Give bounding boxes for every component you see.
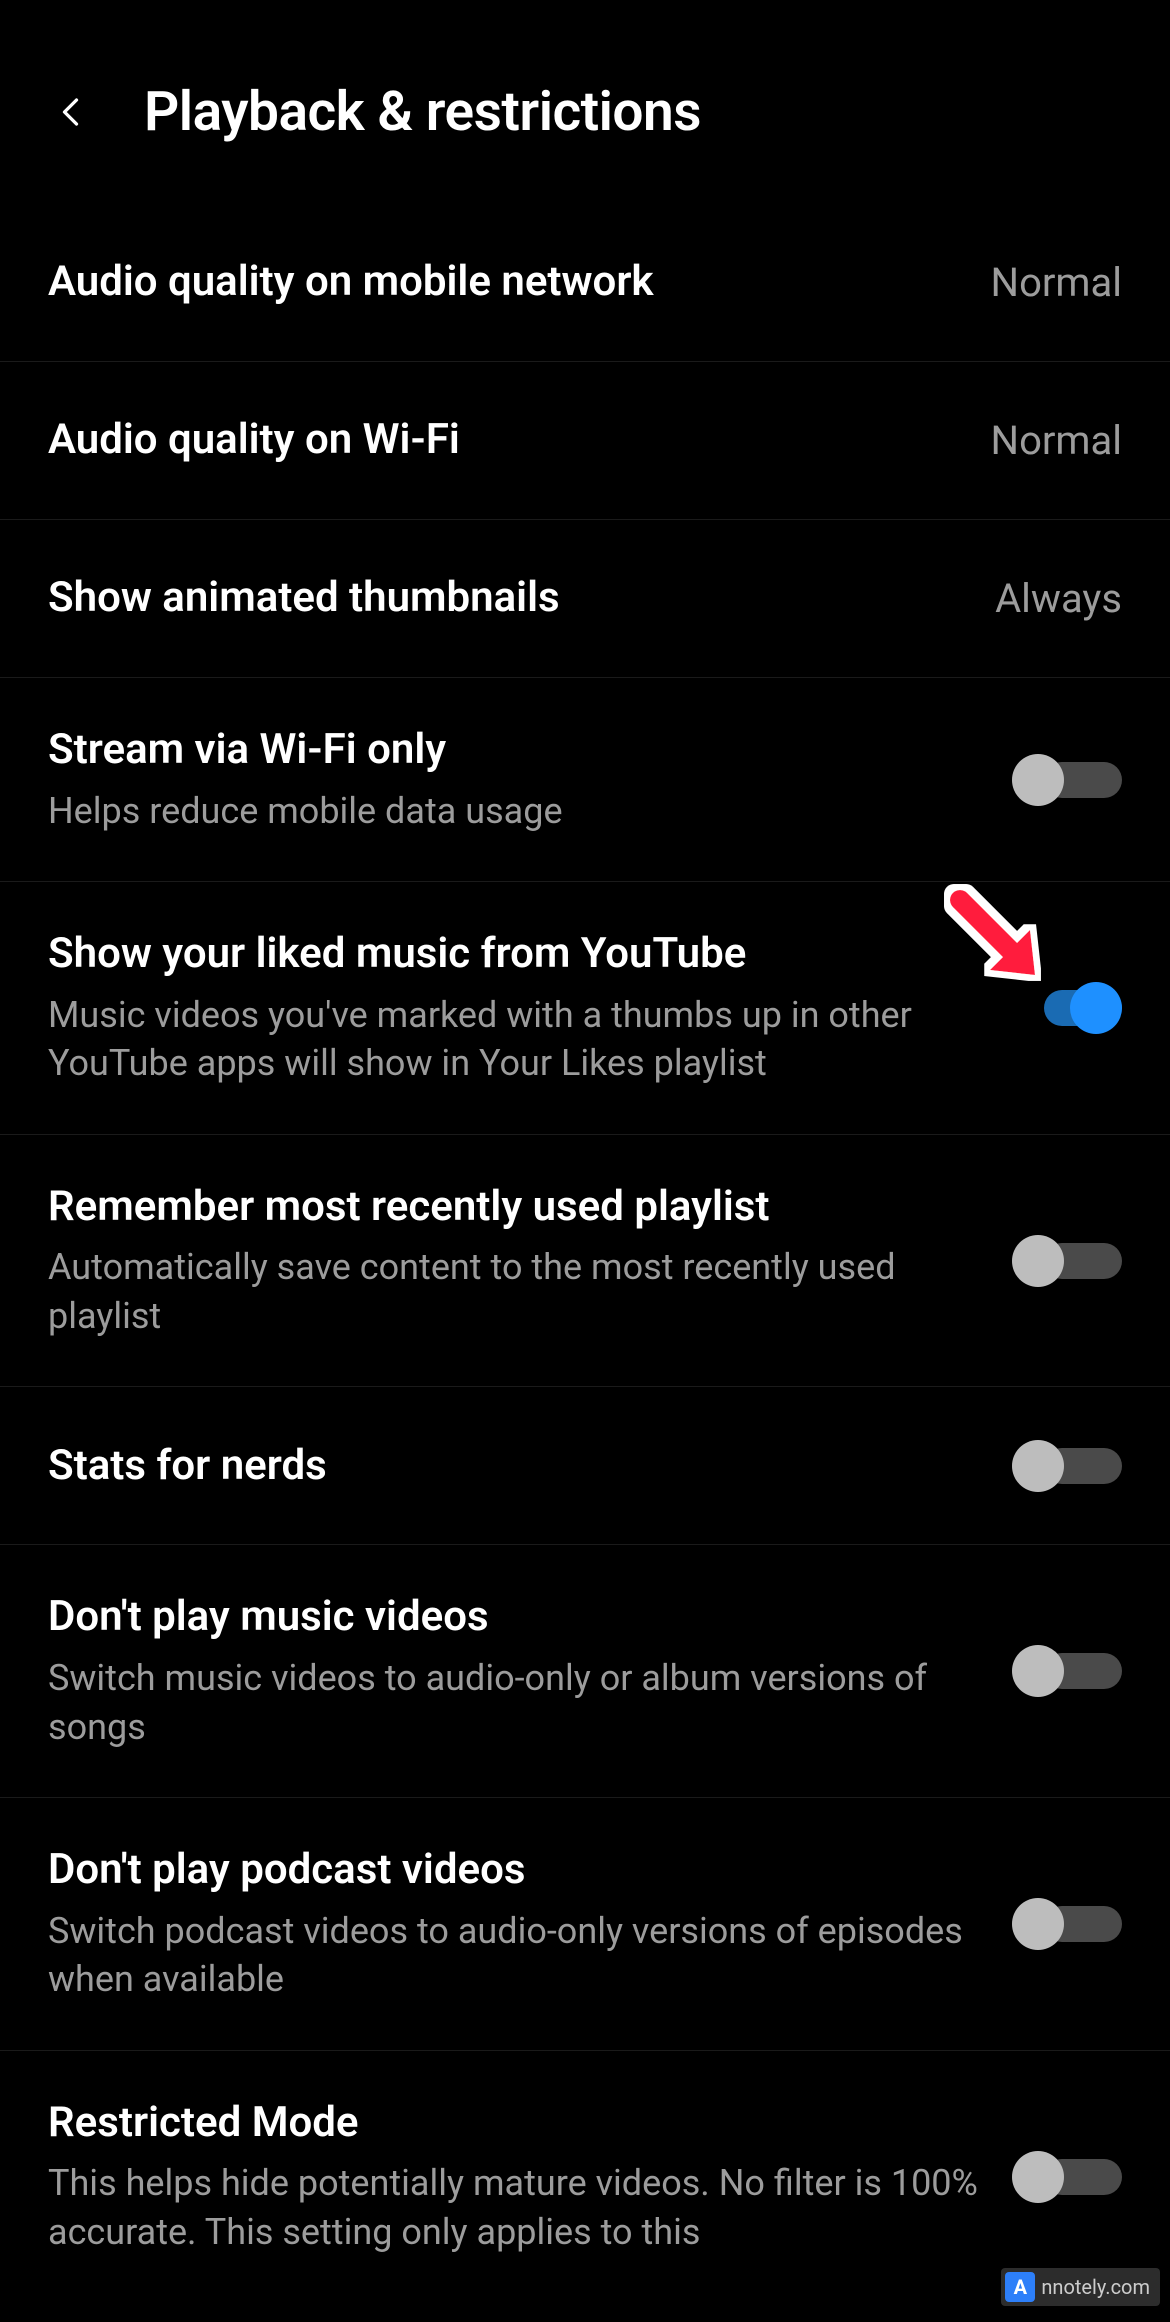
row-subtitle: Automatically save content to the most r… — [48, 1243, 982, 1340]
watermark: A nnotely.com — [1001, 2268, 1160, 2306]
row-show-liked-music[interactable]: Show your liked music from YouTube Music… — [0, 882, 1170, 1135]
watermark-text: nnotely.com — [1041, 2275, 1150, 2299]
row-audio-quality-wifi[interactable]: Audio quality on Wi-Fi Normal — [0, 362, 1170, 520]
row-subtitle: Helps reduce mobile data usage — [48, 787, 982, 836]
row-title: Remember most recently used playlist — [48, 1181, 982, 1234]
page-title: Playback & restrictions — [144, 80, 701, 144]
row-subtitle: Music videos you've marked with a thumbs… — [48, 991, 982, 1088]
row-title: Audio quality on mobile network — [48, 256, 961, 309]
row-value: Always — [995, 575, 1122, 622]
row-value: Normal — [991, 259, 1122, 306]
toggle-remember-playlist[interactable] — [1012, 1235, 1122, 1287]
row-title: Stream via Wi-Fi only — [48, 724, 982, 777]
toggle-stats-for-nerds[interactable] — [1012, 1440, 1122, 1492]
row-title: Stats for nerds — [48, 1440, 982, 1493]
row-dont-play-music-videos[interactable]: Don't play music videos Switch music vid… — [0, 1545, 1170, 1798]
row-title: Show your liked music from YouTube — [48, 928, 982, 981]
back-button[interactable] — [50, 90, 94, 134]
row-audio-quality-mobile[interactable]: Audio quality on mobile network Normal — [0, 204, 1170, 362]
row-title: Don't play podcast videos — [48, 1844, 982, 1897]
row-stats-for-nerds[interactable]: Stats for nerds — [0, 1387, 1170, 1545]
row-restricted-mode[interactable]: Restricted Mode This helps hide potentia… — [0, 2051, 1170, 2303]
toggle-dont-play-music-videos[interactable] — [1012, 1645, 1122, 1697]
row-remember-playlist[interactable]: Remember most recently used playlist Aut… — [0, 1135, 1170, 1388]
row-subtitle: This helps hide potentially mature video… — [48, 2159, 982, 2256]
toggle-show-liked-music[interactable] — [1012, 982, 1122, 1034]
header: Playback & restrictions — [0, 0, 1170, 204]
watermark-logo-icon: A — [1005, 2272, 1035, 2302]
chevron-left-icon — [54, 94, 90, 130]
row-title: Show animated thumbnails — [48, 572, 965, 625]
row-dont-play-podcast-videos[interactable]: Don't play podcast videos Switch podcast… — [0, 1798, 1170, 2051]
toggle-stream-wifi-only[interactable] — [1012, 754, 1122, 806]
row-subtitle: Switch music videos to audio-only or alb… — [48, 1654, 982, 1751]
row-title: Audio quality on Wi-Fi — [48, 414, 961, 467]
row-subtitle: Switch podcast videos to audio-only vers… — [48, 1907, 982, 2004]
row-value: Normal — [991, 417, 1122, 464]
row-title: Don't play music videos — [48, 1591, 982, 1644]
settings-list: Audio quality on mobile network Normal A… — [0, 204, 1170, 2303]
row-title: Restricted Mode — [48, 2097, 982, 2150]
row-stream-wifi-only[interactable]: Stream via Wi-Fi only Helps reduce mobil… — [0, 678, 1170, 882]
toggle-dont-play-podcast-videos[interactable] — [1012, 1898, 1122, 1950]
row-animated-thumbnails[interactable]: Show animated thumbnails Always — [0, 520, 1170, 678]
toggle-restricted-mode[interactable] — [1012, 2151, 1122, 2203]
